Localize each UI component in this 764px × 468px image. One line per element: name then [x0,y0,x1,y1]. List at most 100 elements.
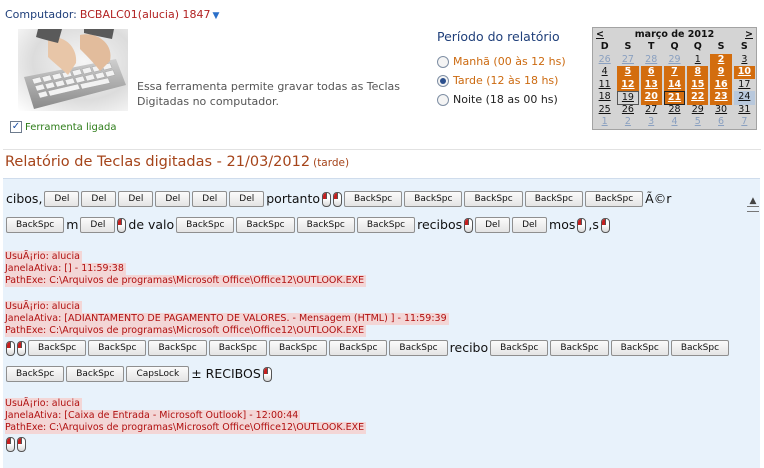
weekday-label: Q [670,41,679,52]
calendar-day[interactable]: 14 [663,78,686,91]
period-title: Período do relatório [437,29,560,44]
typed-text: ± RECIBOS [191,366,261,381]
log-line: BackSpc BackSpc BackSpc BackSpc BackSpc … [5,338,735,356]
calendar-day[interactable]: 29 [687,104,708,117]
calendar-day[interactable]: 30 [710,104,731,117]
calendar-day[interactable]: 31 [734,104,755,117]
calendar-next-button[interactable]: > [745,29,753,40]
report-period: Período do relatório Manhã (00 às 12 hs)… [437,29,587,109]
key-backspace: BackSpc [344,191,403,207]
scrollbar-thumb[interactable] [747,206,759,212]
calendar-day[interactable]: 3 [734,54,755,67]
calendar-day[interactable]: 7 [734,116,755,129]
calendar-day[interactable]: 13 [640,78,662,91]
keyboard-typing-icon [24,29,126,109]
mouse-click-icon [6,341,15,356]
key-del: Del [81,191,117,207]
calendar-day[interactable]: 26 [617,104,638,117]
calendar-day[interactable]: 10 [733,66,755,79]
calendar-day[interactable]: 9 [710,66,732,79]
key-del: Del [44,191,80,207]
log-line: cibos, Del Del Del Del Del Del portanto … [5,185,735,207]
entry-path: PathExe: C:\Arquivos de programas\Micros… [5,422,367,434]
calendar-day[interactable]: 4 [594,66,615,79]
dropdown-arrow-icon[interactable]: ▼ [213,11,220,21]
tool-enabled-toggle[interactable]: ✓ Ferramenta ligada [10,121,117,133]
calendar-day[interactable]: 7 [663,66,686,79]
typed-text: cibos, [6,191,43,206]
computer-value[interactable]: BCBALC01(alucia) 1847 [80,8,211,21]
key-backspace: BackSpc [389,340,448,356]
key-del: Del [475,217,511,233]
key-backspace: BackSpc [236,217,295,233]
calendar-week: 25 26 27 28 29 30 31 [593,104,756,117]
calendar-day[interactable]: 28 [641,54,662,67]
calendar-day[interactable]: 5 [687,116,708,129]
calendar-day[interactable]: 6 [640,66,662,79]
period-option-morning[interactable]: Manhã (00 às 12 hs) [437,52,587,71]
calendar-day[interactable]: 27 [641,104,662,117]
radio-selected-icon[interactable] [437,74,449,87]
calendar-day[interactable]: 17 [734,79,755,92]
key-backspace: BackSpc [670,340,730,356]
calendar-day[interactable]: 28 [664,104,685,117]
mouse-click-icon [464,218,474,233]
calendar-day[interactable]: 2 [617,116,638,129]
radio-icon[interactable] [437,93,449,106]
calendar-week: 11 12 13 14 15 16 17 [593,78,756,92]
calendar-prev-button[interactable]: < [596,29,604,40]
keystroke-log-panel[interactable]: cibos, Del Del Del Del Del Del portanto … [3,178,760,468]
key-backspace: BackSpc [176,217,235,233]
key-backspace: BackSpc [550,340,609,356]
calendar-day[interactable]: 11 [594,79,615,92]
mouse-click-icon [262,367,272,382]
section-divider [3,149,761,150]
calendar-day[interactable]: 15 [687,78,709,91]
log-entry-info: UsuÃ¡rio: alucia JanelaAtiva: [ADIANTAME… [5,301,735,337]
key-del: Del [155,191,191,207]
checkbox-checked-icon[interactable]: ✓ [10,121,22,133]
calendar-day[interactable]: 1 [594,116,615,129]
calendar-week: 26 27 28 29 1 2 3 [593,53,756,67]
key-backspace: BackSpc [208,340,267,356]
period-option-afternoon[interactable]: Tarde (12 às 18 hs) [437,71,587,90]
entry-path: PathExe: C:\Arquivos de programas\Micros… [5,325,367,337]
key-backspace: BackSpc [404,191,463,207]
calendar-day[interactable]: 5 [617,66,639,79]
keyboard-typing-image [18,29,128,111]
radio-icon[interactable] [437,55,449,68]
key-backspace: BackSpc [6,366,65,382]
calendar-day[interactable]: 6 [710,116,731,129]
key-capslock: CapsLock [126,366,190,382]
calendar-day[interactable]: 1 [687,54,708,67]
calendar-day[interactable]: 27 [617,54,638,67]
log-entry-info: UsuÃ¡rio: alucia JanelaAtiva: [Caixa de … [5,398,735,434]
calendar-day[interactable]: 16 [710,78,732,91]
calendar-weekday-row: D S T Q Q S S [593,41,756,54]
key-backspace: BackSpc [356,217,416,233]
mouse-click-icon [322,192,331,207]
key-backspace: BackSpc [28,340,87,356]
calendar-day[interactable]: 25 [594,104,615,117]
tool-enabled-label: Ferramenta ligada [25,121,117,133]
calendar-day[interactable]: 12 [617,78,639,91]
calendar-day[interactable]: 3 [641,116,662,129]
entry-window: JanelaAtiva: [ADIANTAMENTO DE PAGAMENTO … [5,313,449,325]
calendar-day[interactable]: 26 [594,54,615,67]
entry-path: PathExe: C:\Arquivos de programas\Micros… [5,275,367,287]
period-option-label: Manhã (00 às 12 hs) [453,55,566,68]
calendar-day[interactable]: 8 [687,66,709,79]
key-backspace: BackSpc [329,340,388,356]
period-option-night[interactable]: Noite (18 as 00 hs) [437,90,587,109]
report-period-note: (tarde) [313,157,350,169]
log-line: BackSpc m Del de valo BackSpc BackSpc Ba… [5,209,735,233]
calendar-day[interactable]: 4 [664,116,685,129]
log-line [5,434,735,452]
calendar-day[interactable]: 2 [710,53,732,66]
entry-window: JanelaAtiva: [] - 11:59:38 [5,263,126,275]
computer-selector[interactable]: Computador: BCBALC01(alucia) 1847 ▼ [5,8,219,21]
key-backspace: BackSpc [66,366,125,382]
mouse-click-icon [577,218,587,233]
calendar-day[interactable]: 29 [664,54,685,67]
weekday-label: D [600,41,609,52]
